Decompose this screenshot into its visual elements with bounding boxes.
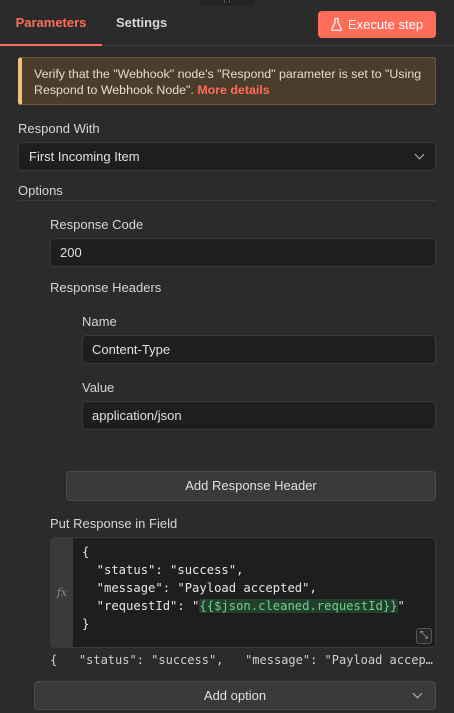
add-option-button[interactable]: Add option — [34, 681, 436, 710]
response-code-label: Response Code — [50, 217, 144, 232]
execute-step-label: Execute step — [347, 17, 424, 32]
header-value-label: Value — [82, 380, 115, 395]
code-line: } — [82, 617, 90, 631]
code-content[interactable]: { "status": "success", "message": "Paylo… — [82, 543, 405, 633]
flask-icon — [331, 18, 342, 31]
code-text: " — [397, 599, 405, 613]
expression-preview: { "status": "success", "message": "Paylo… — [50, 653, 433, 667]
chevron-down-icon — [412, 688, 423, 699]
put-response-label: Put Response in Field — [50, 516, 178, 531]
more-details-link[interactable]: More details — [197, 83, 269, 97]
code-line: "requestId": "{{$json.cleaned.requestId}… — [82, 597, 405, 615]
execute-step-button[interactable]: Execute step — [318, 11, 436, 38]
add-response-header-button[interactable]: Add Response Header — [66, 471, 436, 501]
options-label: Options — [18, 183, 63, 198]
grip-icon — [224, 0, 230, 3]
response-headers-label: Response Headers — [50, 280, 162, 295]
code-line: { — [82, 545, 90, 559]
expression-token: {{$json.cleaned.requestId}} — [199, 599, 398, 613]
header-value-input[interactable]: application/json — [82, 401, 436, 430]
tab-settings[interactable]: Settings — [116, 0, 167, 46]
warning-notice: Verify that the "Webhook" node's "Respon… — [18, 57, 436, 105]
code-line: "status": "success", — [82, 563, 244, 577]
header-name-label: Name — [82, 314, 117, 329]
respond-with-label: Respond With — [18, 121, 100, 136]
code-line: "message": "Payload accepted", — [82, 581, 317, 595]
respond-with-value: First Incoming Item — [29, 149, 140, 164]
add-option-label: Add option — [203, 688, 267, 703]
fx-icon: fx — [51, 538, 73, 647]
panel-header: Parameters Settings Execute step — [0, 0, 454, 46]
tab-parameters[interactable]: Parameters — [0, 0, 102, 46]
header-name-input[interactable]: Content-Type — [82, 335, 436, 364]
expand-icon[interactable]: ⤡ — [416, 628, 432, 644]
options-divider — [18, 200, 436, 201]
response-code-input[interactable]: 200 — [50, 238, 436, 267]
drag-handle[interactable] — [200, 0, 254, 6]
code-text: "requestId": " — [82, 599, 200, 613]
response-expression-editor[interactable]: fx { "status": "success", "message": "Pa… — [50, 537, 436, 648]
respond-with-select[interactable]: First Incoming Item — [18, 142, 436, 171]
chevron-down-icon — [414, 149, 425, 160]
